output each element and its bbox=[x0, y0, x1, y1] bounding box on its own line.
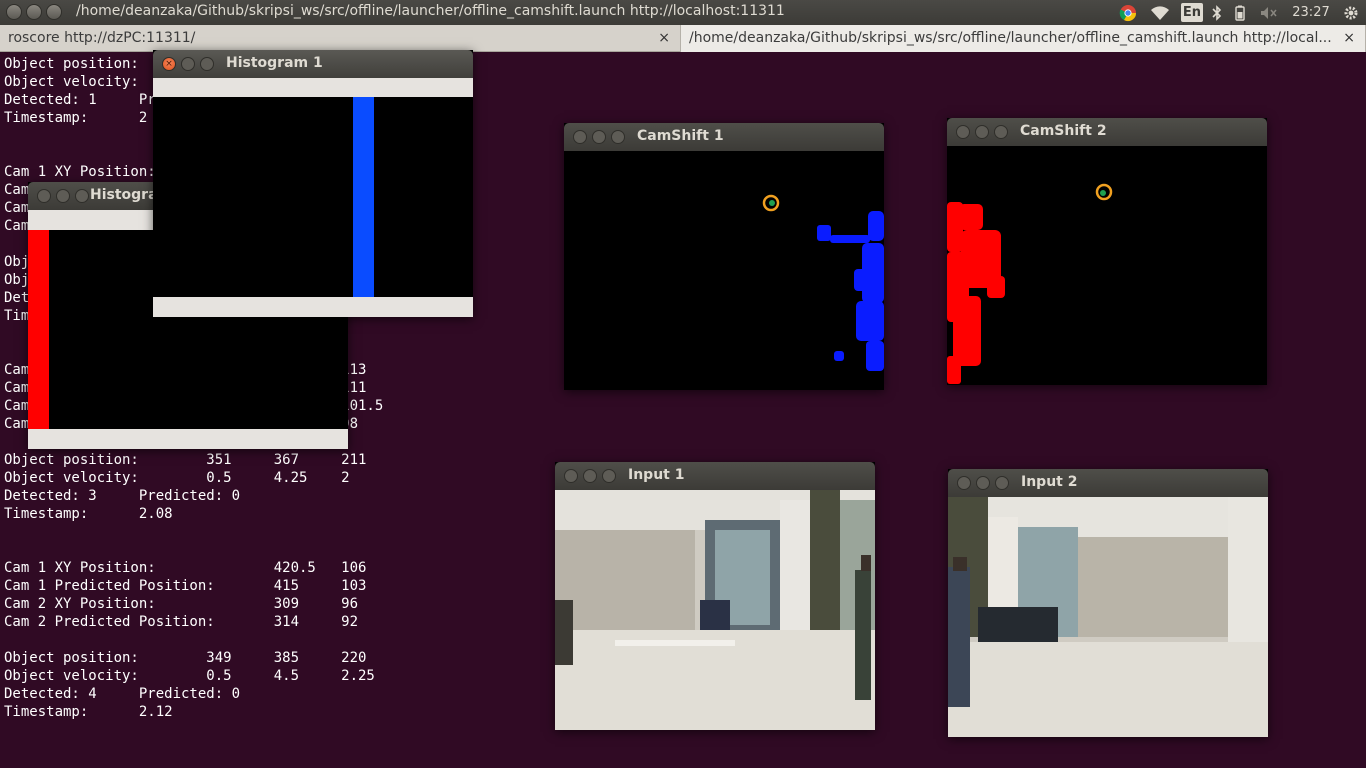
tab-close-icon[interactable]: × bbox=[1343, 30, 1355, 46]
wifi-icon[interactable] bbox=[1149, 3, 1171, 22]
window-minimize-button[interactable] bbox=[26, 4, 42, 20]
terminal-line: Det bbox=[4, 290, 30, 306]
terminal-line: Obj bbox=[4, 254, 30, 270]
chrome-icon[interactable] bbox=[1118, 3, 1138, 22]
window-titlebar[interactable]: Input 1 bbox=[555, 462, 875, 490]
tab-roscore[interactable]: roscore http://dzPC:11311/ × bbox=[0, 25, 680, 52]
minimize-icon[interactable] bbox=[56, 189, 70, 203]
terminal-line: Cam bbox=[4, 218, 30, 234]
volume-muted-icon[interactable] bbox=[1259, 3, 1279, 22]
window-title: CamShift 2 bbox=[1020, 123, 1107, 139]
terminal-line: Object position: 349 385 220 bbox=[4, 650, 367, 666]
terminal-line: Object velocity: 0.5 4.25 2 bbox=[4, 470, 350, 486]
maximize-icon[interactable] bbox=[611, 130, 625, 144]
terminal-line: Timestamp: 2.08 bbox=[4, 506, 173, 522]
terminal-line: Timestamp: 2 bbox=[4, 110, 148, 126]
input-2-window[interactable]: Input 2 bbox=[948, 469, 1268, 737]
minimize-icon[interactable] bbox=[976, 476, 990, 490]
window-title: /home/deanzaka/Github/skripsi_ws/src/off… bbox=[76, 3, 785, 19]
bluetooth-icon[interactable] bbox=[1210, 3, 1224, 22]
terminal-line: Object velocity: 0.5 4.5 2.25 bbox=[4, 668, 375, 684]
terminal-line: Cam 2 XY Position: 309 96 bbox=[4, 596, 359, 612]
terminal-line: Cam bbox=[4, 200, 30, 216]
window-titlebar[interactable]: × Histogram 1 bbox=[153, 50, 473, 78]
input-2-camera-image bbox=[948, 497, 1268, 737]
battery-icon[interactable] bbox=[1233, 3, 1247, 22]
terminal-line: Cam 1 Predicted Position: 415 103 bbox=[4, 578, 367, 594]
camshift-1-window[interactable]: CamShift 1 bbox=[564, 123, 884, 390]
close-icon[interactable] bbox=[573, 130, 587, 144]
window-titlebar[interactable]: CamShift 2 bbox=[947, 118, 1267, 146]
tab-close-icon[interactable]: × bbox=[658, 30, 670, 46]
terminal-line: Detected: 4 Predicted: 0 bbox=[4, 686, 241, 702]
tracker-dot bbox=[1100, 190, 1106, 196]
maximize-icon[interactable] bbox=[602, 469, 616, 483]
tracker-dot bbox=[769, 200, 775, 206]
terminal-line: Obj bbox=[4, 272, 30, 288]
terminal-line: Timestamp: 2.12 bbox=[4, 704, 173, 720]
maximize-icon[interactable] bbox=[994, 125, 1008, 139]
window-title: CamShift 1 bbox=[637, 128, 724, 144]
input-1-camera-image bbox=[555, 490, 875, 730]
histogram-1-window[interactable]: × Histogram 1 bbox=[153, 50, 473, 317]
minimize-icon[interactable] bbox=[181, 57, 195, 71]
camshift-1-view bbox=[564, 151, 884, 390]
close-icon[interactable]: × bbox=[162, 57, 176, 71]
terminal-line: Cam 2 Predicted Position: 314 92 bbox=[4, 614, 359, 630]
close-icon[interactable] bbox=[37, 189, 51, 203]
window-title: Histogram 1 bbox=[226, 55, 323, 71]
histogram-canvas bbox=[153, 78, 473, 317]
camshift-2-view bbox=[947, 146, 1267, 385]
histogram-bar bbox=[28, 230, 49, 429]
minimize-icon[interactable] bbox=[975, 125, 989, 139]
terminal-line: Cam 1 XY Position: 420.5 106 bbox=[4, 560, 367, 576]
histogram-bar bbox=[353, 97, 374, 297]
power-gear-icon[interactable] bbox=[1342, 3, 1360, 22]
maximize-icon[interactable] bbox=[75, 189, 89, 203]
terminal-line: Cam bbox=[4, 182, 30, 198]
keyboard-layout-icon[interactable]: En bbox=[1181, 3, 1203, 22]
window-maximize-button[interactable] bbox=[46, 4, 62, 20]
window-titlebar[interactable]: Input 2 bbox=[948, 469, 1268, 497]
window-titlebar[interactable]: CamShift 1 bbox=[564, 123, 884, 151]
camshift-2-window[interactable]: CamShift 2 bbox=[947, 118, 1267, 385]
minimize-icon[interactable] bbox=[583, 469, 597, 483]
close-icon[interactable] bbox=[957, 476, 971, 490]
window-title: Input 1 bbox=[628, 467, 685, 483]
close-icon[interactable] bbox=[956, 125, 970, 139]
clock[interactable]: 23:27 bbox=[1290, 3, 1332, 22]
tab-offline-camshift[interactable]: /home/deanzaka/Github/skripsi_ws/src/off… bbox=[680, 25, 1366, 52]
terminal-line: Detected: 3 Predicted: 0 bbox=[4, 488, 241, 504]
maximize-icon[interactable] bbox=[995, 476, 1009, 490]
minimize-icon[interactable] bbox=[592, 130, 606, 144]
terminal-line: Cam 1 XY Position: bbox=[4, 164, 156, 180]
maximize-icon[interactable] bbox=[200, 57, 214, 71]
input-1-window[interactable]: Input 1 bbox=[555, 462, 875, 730]
terminal-line: Tim bbox=[4, 308, 30, 324]
window-close-button[interactable] bbox=[6, 4, 22, 20]
terminal-tab-bar: roscore http://dzPC:11311/ × /home/deanz… bbox=[0, 25, 1366, 52]
top-panel: /home/deanzaka/Github/skripsi_ws/src/off… bbox=[0, 0, 1366, 25]
window-title: Input 2 bbox=[1021, 474, 1078, 490]
close-icon[interactable] bbox=[564, 469, 578, 483]
terminal-line: Object position: 351 367 211 bbox=[4, 452, 367, 468]
